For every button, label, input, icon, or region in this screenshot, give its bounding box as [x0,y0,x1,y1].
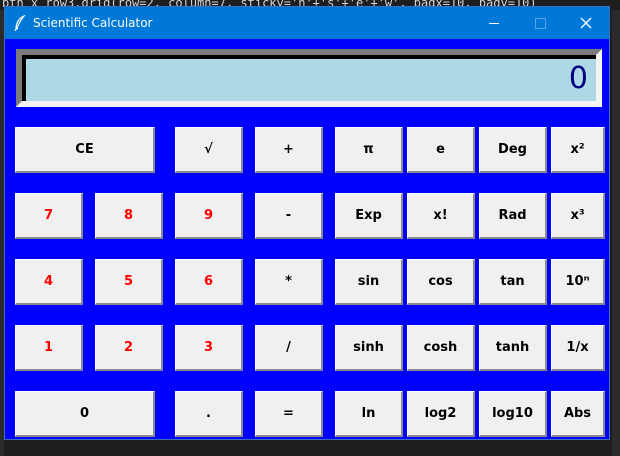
ln-button[interactable]: ln [335,391,403,437]
exp-button[interactable]: Exp [335,193,403,239]
minimize-button[interactable] [471,7,517,39]
feather-icon [13,14,27,32]
digit-8-button[interactable]: 8 [95,193,163,239]
digit-9-button[interactable]: 9 [175,193,243,239]
factorial-button[interactable]: x! [407,193,475,239]
multiply-button[interactable]: * [255,259,323,305]
title-bar[interactable]: Scientific Calculator [5,7,609,39]
digit-1-button[interactable]: 1 [15,325,83,371]
sin-button[interactable]: sin [335,259,403,305]
tan-button[interactable]: tan [479,259,547,305]
cube-button[interactable]: x³ [551,193,605,239]
clear-entry-button[interactable]: CE [15,127,155,173]
minus-button[interactable]: - [255,193,323,239]
display-value: 0 [568,61,588,96]
maximize-button[interactable] [517,7,563,39]
abs-button[interactable]: Abs [551,391,605,437]
sinh-button[interactable]: sinh [335,325,403,371]
cosh-button[interactable]: cosh [407,325,475,371]
digit-3-button[interactable]: 3 [175,325,243,371]
display-field[interactable]: 0 [22,55,596,101]
close-icon [580,17,592,29]
log10-button[interactable]: log10 [479,391,547,437]
reciprocal-button[interactable]: 1/x [551,325,605,371]
rad-button[interactable]: Rad [479,193,547,239]
e-button[interactable]: e [407,127,475,173]
decimal-point-button[interactable]: . [175,391,243,437]
tanh-button[interactable]: tanh [479,325,547,371]
close-button[interactable] [563,7,609,39]
calculator-window: Scientific Calculator 0 CE √ + π e Deg x… [4,6,610,440]
equals-button[interactable]: = [255,391,323,437]
digit-7-button[interactable]: 7 [15,193,83,239]
deg-button[interactable]: Deg [479,127,547,173]
maximize-icon [534,17,546,29]
plus-button[interactable]: + [255,127,323,173]
digit-0-button[interactable]: 0 [15,391,155,437]
window-title: Scientific Calculator [33,16,153,30]
digit-4-button[interactable]: 4 [15,259,83,305]
background-editor-right [612,10,620,456]
ten-power-button[interactable]: 10ⁿ [551,259,605,305]
pi-button[interactable]: π [335,127,403,173]
digit-6-button[interactable]: 6 [175,259,243,305]
sqrt-button[interactable]: √ [175,127,243,173]
divide-button[interactable]: / [255,325,323,371]
digit-2-button[interactable]: 2 [95,325,163,371]
square-button[interactable]: x² [551,127,605,173]
minimize-icon [489,22,499,24]
log2-button[interactable]: log2 [407,391,475,437]
display-frame: 0 [16,49,602,107]
digit-5-button[interactable]: 5 [95,259,163,305]
cos-button[interactable]: cos [407,259,475,305]
